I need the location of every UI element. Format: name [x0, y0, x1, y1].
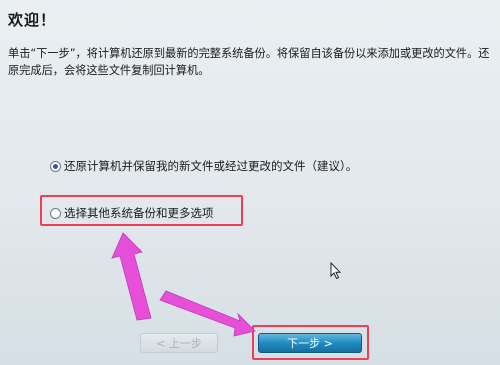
option-restore-keep-files-label: 还原计算机并保留我的新文件或经过更改的文件（建议）。 — [64, 159, 358, 173]
wizard-description: 单击“下一步”，将计算机还原到最新的完整系统备份。将保留自该备份以来添加或更改的… — [8, 47, 490, 77]
radio-selected-icon[interactable] — [50, 160, 61, 172]
highlight-box-next — [252, 325, 369, 360]
back-button[interactable]: < 上一步 — [140, 333, 218, 353]
option-restore-keep-files[interactable]: 还原计算机并保留我的新文件或经过更改的文件（建议）。 — [50, 158, 357, 174]
wizard-title: 欢迎！ — [8, 11, 57, 29]
arrow-right-icon — [159, 290, 256, 337]
highlight-box-option — [40, 195, 243, 226]
arrow-up-icon — [111, 232, 152, 321]
mouse-cursor-icon — [330, 262, 342, 280]
